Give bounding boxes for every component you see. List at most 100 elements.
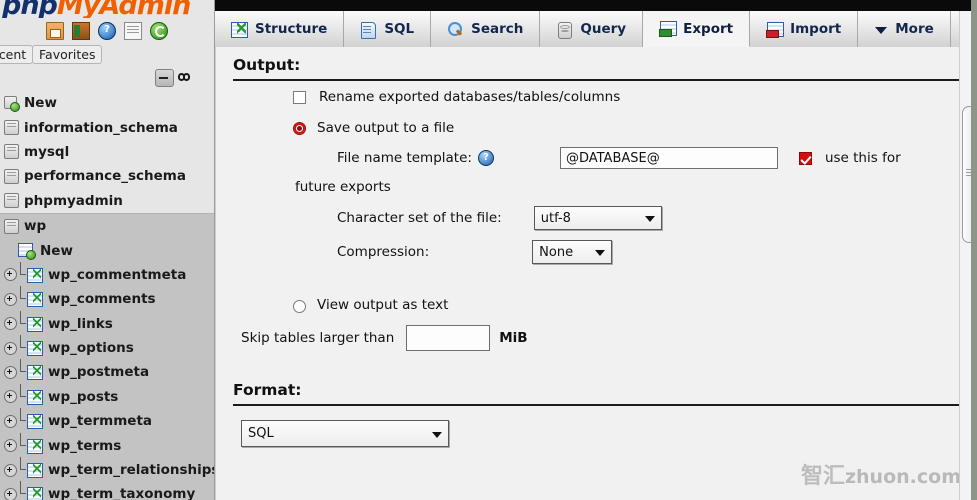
database-icon [4, 144, 19, 160]
expand-icon[interactable] [4, 365, 17, 379]
sidebar-item-label: wp_options [48, 340, 134, 357]
sidebar-item-information-schema[interactable]: information_schema [0, 115, 214, 139]
filename-template-input[interactable] [559, 147, 778, 169]
table-icon [27, 341, 43, 357]
help-icon[interactable]: ? [477, 150, 494, 166]
expand-icon[interactable] [4, 487, 17, 500]
exit-icon[interactable] [72, 22, 90, 40]
sidebar-item-wp-term-taxonomy[interactable]: wp_term_taxonomy [0, 481, 214, 500]
sidebar-item-wp-term-relationships[interactable]: wp_term_relationships [0, 457, 215, 482]
sidebar-item-wp-posts[interactable]: wp_posts [0, 383, 214, 409]
save-output-to-file-label: Save output to a file [317, 120, 455, 136]
tab-query[interactable]: Query [540, 11, 644, 47]
window-right-edge [971, 0, 977, 500]
sidebar-item-wp-postmeta[interactable]: wp_postmeta [0, 359, 214, 384]
format-section-heading: Format: [233, 372, 959, 406]
skip-tables-input[interactable] [406, 325, 491, 351]
sidebar-item-label: New [24, 95, 57, 112]
tab-more[interactable]: More [858, 11, 951, 47]
sidebar-item-wp[interactable]: wp [0, 214, 214, 238]
tab-import[interactable]: Import [750, 11, 859, 47]
tab-label: More [895, 21, 934, 37]
sidebar-item-wp-comments[interactable]: wp_comments [0, 286, 214, 311]
tree-connector [18, 408, 27, 428]
browser-chrome-strip [215, 0, 977, 11]
sidebar: phpMyAdmin ? Recent Favorites New [0, 0, 215, 500]
expand-icon[interactable] [4, 317, 17, 331]
use-for-future-exports-label: use this for [824, 150, 901, 166]
expand-icon[interactable] [4, 390, 17, 404]
charset-select[interactable]: utf-8 [533, 206, 662, 230]
filename-template-row: File name template: ? use this for [233, 143, 959, 173]
export-icon [659, 21, 678, 37]
tab-label: Import [790, 21, 842, 37]
help-icon[interactable]: ? [98, 22, 116, 40]
tab-label: Search [471, 21, 524, 37]
sidebar-item-new-table[interactable]: New [0, 238, 214, 262]
documentation-icon[interactable] [124, 22, 142, 40]
collapse-all-icon[interactable] [155, 69, 174, 87]
table-icon [27, 487, 43, 500]
tab-structure[interactable]: Structure [215, 11, 345, 47]
expand-icon[interactable] [4, 463, 17, 477]
filename-template-label: File name template: [337, 150, 472, 166]
view-output-as-text-radio[interactable] [293, 300, 306, 313]
sidebar-item-label: wp_posts [48, 388, 119, 405]
main-tab-bar: Structure SQL Search Query Export Import [215, 11, 977, 48]
new-table-icon [18, 243, 36, 261]
sidebar-item-label: wp_term_relationships [48, 462, 215, 479]
table-icon [27, 389, 43, 405]
chevron-down-icon [874, 22, 888, 37]
format-select[interactable]: SQL [241, 420, 449, 447]
save-output-to-file-radio[interactable] [293, 121, 306, 135]
sidebar-item-wp-terms[interactable]: wp_terms [0, 432, 214, 457]
sidebar-item-wp-links[interactable]: wp_links [0, 310, 214, 336]
tab-search[interactable]: Search [431, 11, 541, 47]
compression-label: Compression: [337, 244, 430, 260]
charset-row: Character set of the file: utf-8 [233, 201, 959, 235]
tab-label: Query [580, 21, 627, 37]
expand-icon[interactable] [4, 414, 17, 428]
sidebar-item-mysql[interactable]: mysql [0, 140, 214, 164]
tab-sql[interactable]: SQL [344, 11, 432, 47]
table-icon [27, 292, 43, 308]
sidebar-item-performance-schema[interactable]: performance_schema [0, 164, 214, 188]
sidebar-item-phpmyadmin[interactable]: phpmyadmin [0, 189, 214, 213]
table-icon [27, 365, 43, 381]
sidebar-item-label: wp_links [48, 315, 113, 332]
save-output-to-file-row[interactable]: Save output to a file [233, 113, 959, 143]
sidebar-item-label: New [40, 242, 73, 259]
compression-select[interactable]: None [532, 240, 613, 264]
future-exports-text: future exports [295, 179, 391, 195]
expand-icon[interactable] [4, 268, 17, 282]
main-panel: Structure SQL Search Query Export Import [215, 0, 977, 500]
reload-icon[interactable] [150, 22, 168, 40]
sidebar-item-wp-commentmeta[interactable]: wp_commentmeta [0, 261, 214, 287]
tab-favorites[interactable]: Favorites [32, 45, 103, 64]
sidebar-item-label: wp_postmeta [48, 364, 150, 381]
expand-icon[interactable] [4, 439, 17, 453]
use-for-future-exports-checkbox[interactable] [798, 151, 812, 165]
expand-icon[interactable] [4, 292, 17, 306]
tree-connector [18, 310, 27, 331]
sidebar-controls [0, 67, 214, 91]
home-icon[interactable] [46, 22, 64, 40]
sidebar-item-label: wp_term_taxonomy [48, 486, 196, 500]
future-exports-label: future exports [233, 173, 959, 201]
expand-icon[interactable] [4, 341, 17, 355]
table-icon [27, 438, 43, 454]
view-output-as-text-row[interactable]: View output as text [233, 269, 959, 319]
table-icon [27, 414, 43, 430]
sidebar-item-wp-options[interactable]: wp_options [0, 335, 214, 360]
sidebar-item-new-database[interactable]: New [0, 91, 214, 115]
tab-recent[interactable]: Recent [0, 45, 34, 64]
rename-exported-checkbox[interactable] [293, 90, 306, 104]
sidebar-item-wp-termmeta[interactable]: wp_termmeta [0, 408, 214, 433]
sidebar-item-label: phpmyadmin [24, 192, 123, 209]
rename-exported-row[interactable]: Rename exported databases/tables/columns [233, 81, 959, 113]
link-with-main-panel-icon[interactable] [178, 73, 192, 81]
sql-icon [360, 21, 377, 39]
phpmyadmin-logo[interactable]: phpMyAdmin [0, 0, 214, 18]
tab-export[interactable]: Export [643, 11, 751, 47]
table-icon [27, 267, 43, 283]
